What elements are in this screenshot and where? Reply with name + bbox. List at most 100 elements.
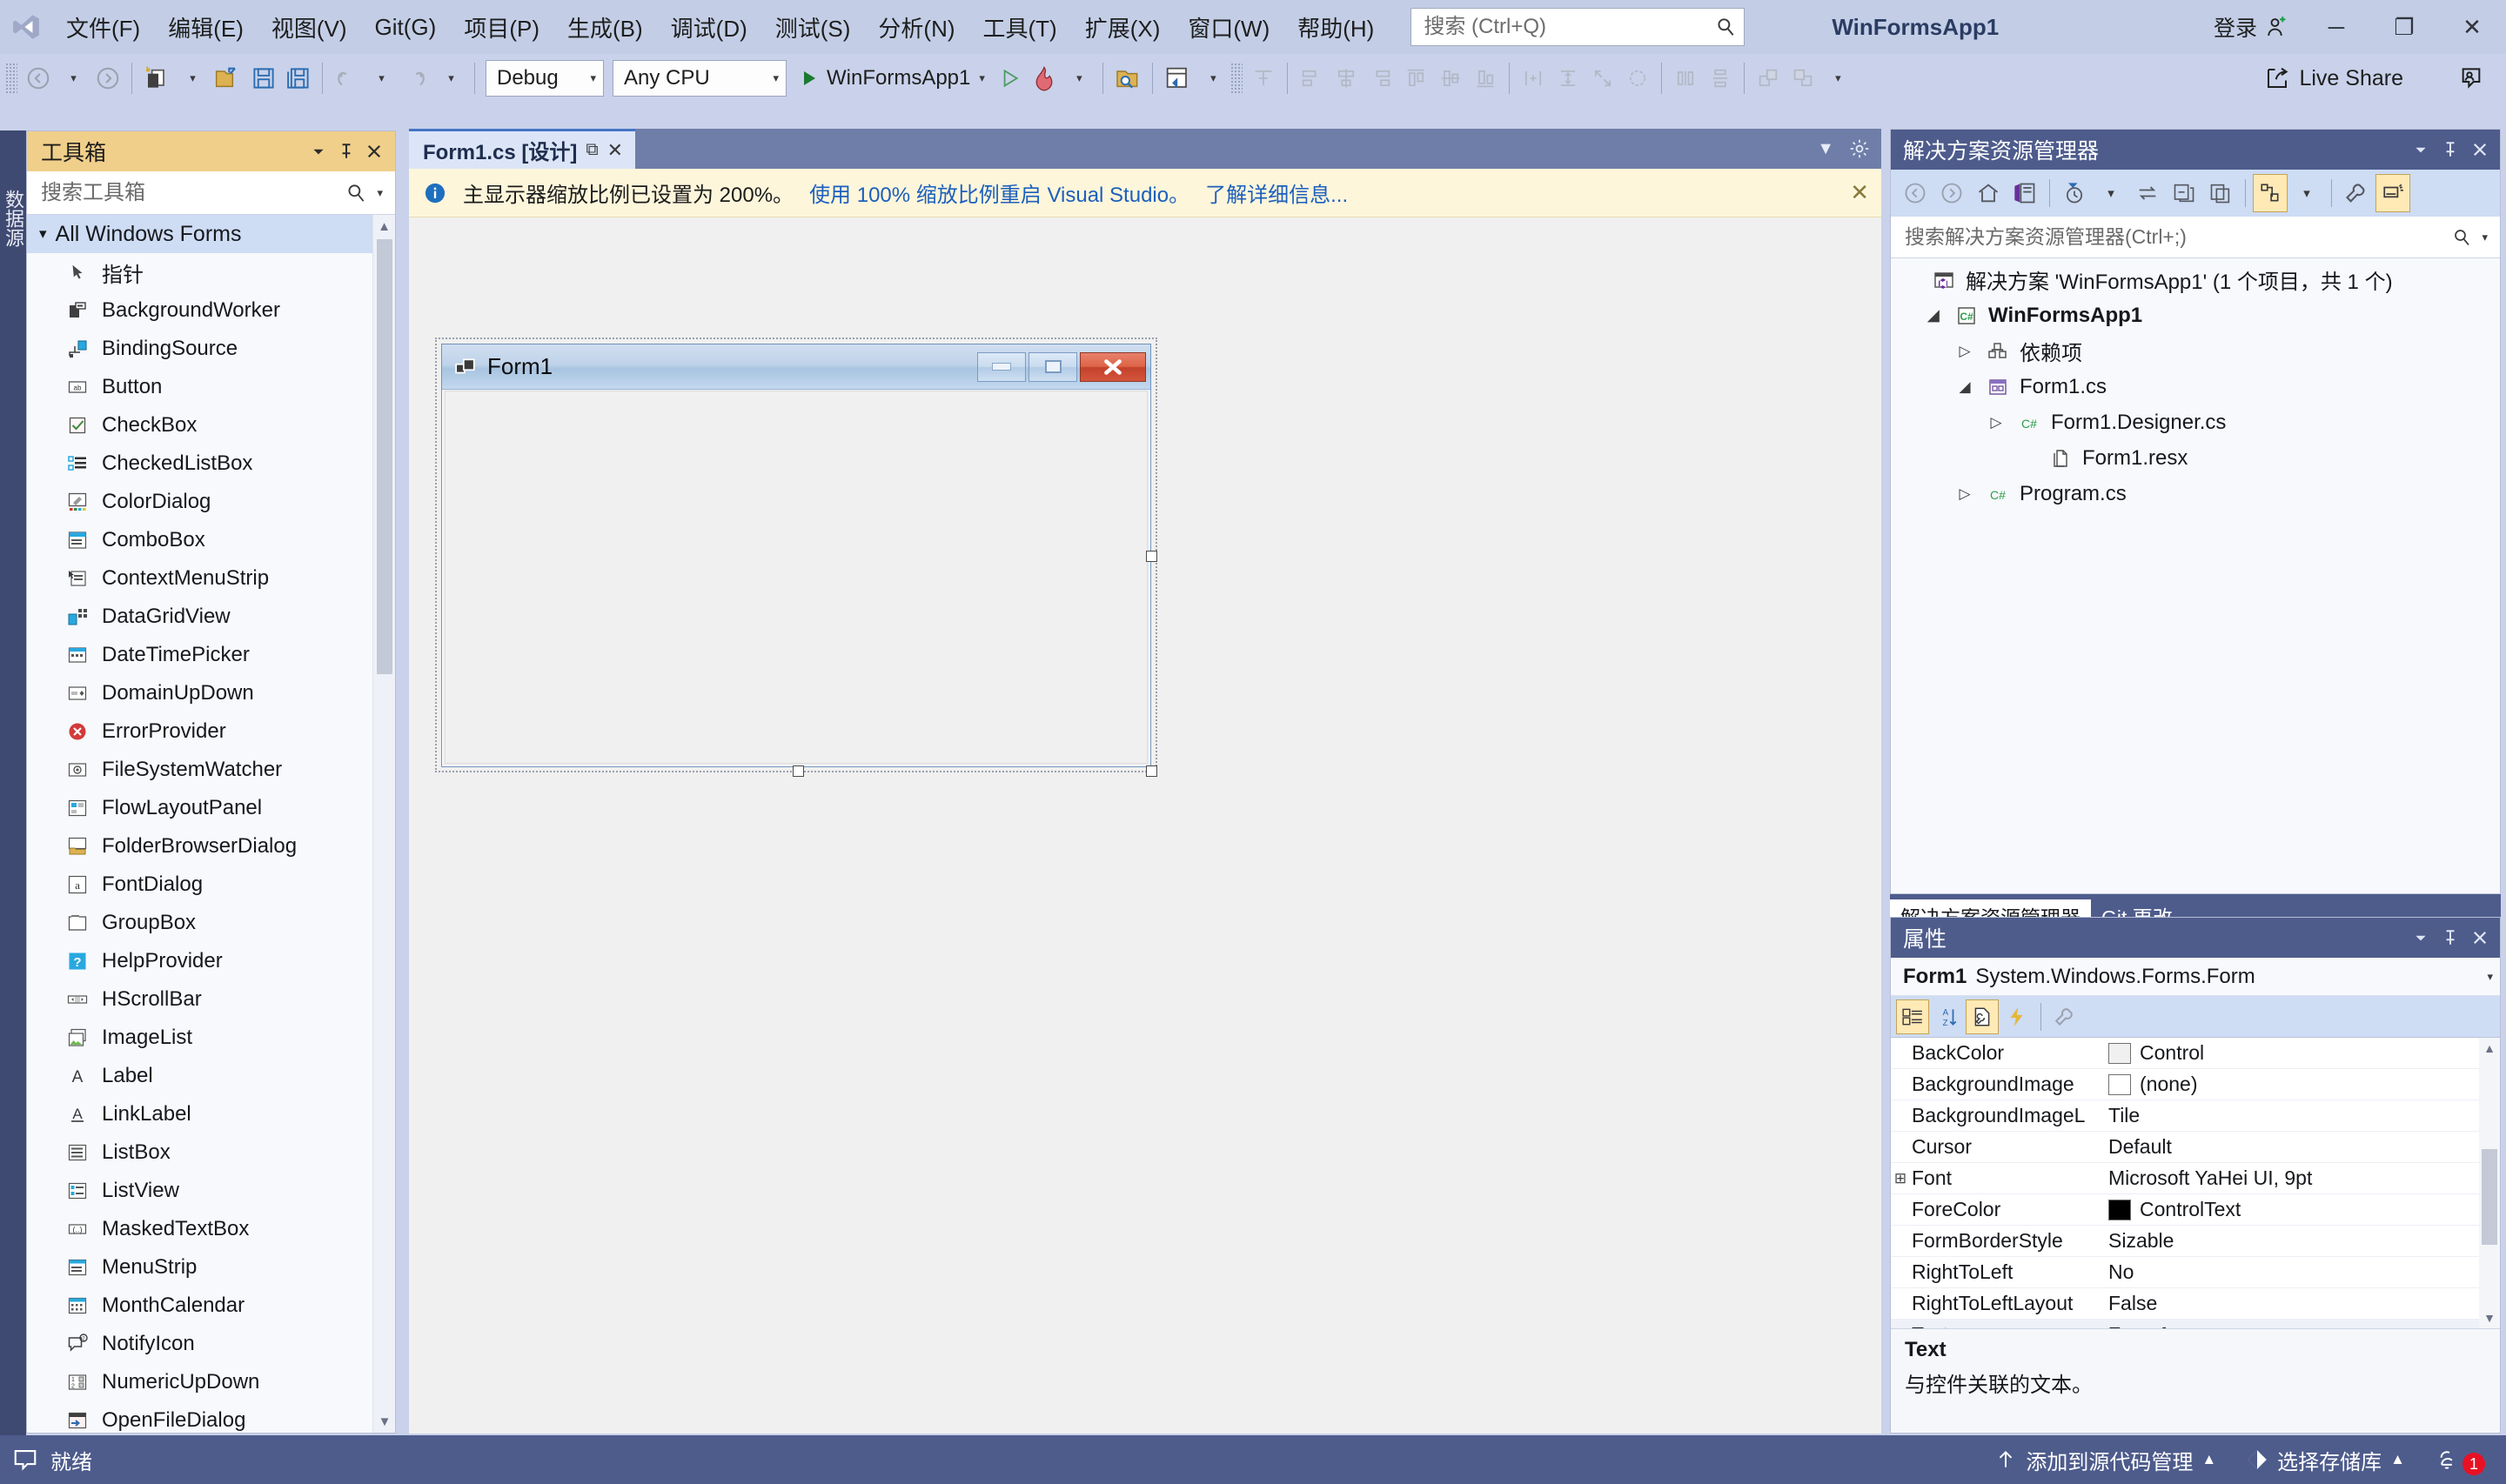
hot-reload-button[interactable]	[1027, 58, 1062, 98]
properties-menu-button[interactable]	[2406, 920, 2436, 955]
toolbox-item-filesystemwatcher[interactable]: FileSystemWatcher	[27, 751, 395, 789]
active-files-dropdown-icon[interactable]: ▼	[1817, 139, 1834, 159]
toolbox-item-linklabel[interactable]: A LinkLabel	[27, 1095, 395, 1133]
solution-explorer-close-icon[interactable]	[2465, 132, 2495, 167]
toolbox-item-listbox[interactable]: ListBox	[27, 1133, 395, 1172]
form1-minimize-button[interactable]	[977, 351, 1026, 382]
toolbar-grip[interactable]	[5, 63, 17, 94]
save-button[interactable]	[246, 58, 281, 98]
toolbox-item-fontdialog[interactable]: a FontDialog	[27, 866, 395, 904]
tab-pin-icon[interactable]: ⧉	[586, 140, 598, 160]
pending-changes-filter-button[interactable]	[2057, 174, 2092, 212]
property-row-selected[interactable]: Text Form1	[1891, 1320, 2500, 1328]
toolbox-item-pointer[interactable]: 指针	[27, 253, 395, 291]
property-row[interactable]: ForeColor ControlText	[1891, 1194, 2500, 1226]
solution-explorer-pin-icon[interactable]	[2436, 132, 2465, 167]
toolbox-close-icon[interactable]	[360, 136, 388, 167]
make-same-width-button[interactable]	[1516, 58, 1551, 98]
property-value-cell[interactable]: Default	[2105, 1135, 2500, 1159]
make-same-size-button[interactable]	[1585, 58, 1620, 98]
navigate-forward-button[interactable]	[90, 58, 125, 98]
restart-at-100-link[interactable]: 使用 100% 缩放比例重启 Visual Studio。	[809, 177, 1189, 208]
property-value-cell[interactable]: (none)	[2105, 1073, 2500, 1096]
property-value-cell[interactable]: No	[2105, 1260, 2500, 1284]
vertical-spacing-make-equal-button[interactable]	[1703, 58, 1738, 98]
gear-icon[interactable]	[1848, 137, 1871, 160]
align-to-grid-button[interactable]	[1246, 58, 1281, 98]
chevron-down-icon[interactable]: ▾	[368, 186, 392, 200]
solution-configuration-combo[interactable]: Debug ▾	[486, 60, 604, 97]
toolbox-item-colordialog[interactable]: ColorDialog	[27, 483, 395, 521]
redo-dropdown[interactable]: ▾	[433, 58, 468, 98]
property-row[interactable]: RightToLeft No	[1891, 1257, 2500, 1288]
toolbox-item-monthcalendar[interactable]: MonthCalendar	[27, 1287, 395, 1325]
select-repository-button[interactable]: 选择存储库 ▲	[2246, 1445, 2405, 1475]
show-all-files-button[interactable]	[2203, 174, 2238, 212]
menu-extensions[interactable]: 扩展(X)	[1071, 0, 1175, 54]
menu-project[interactable]: 项目(P)	[450, 0, 553, 54]
toolbox-item-domainupdown[interactable]: DomainUpDown	[27, 674, 395, 712]
property-value-cell[interactable]: Tile	[2105, 1104, 2500, 1127]
align-rights-button[interactable]	[1364, 58, 1398, 98]
add-to-source-control-button[interactable]: 添加到源代码管理 ▲	[1994, 1445, 2216, 1475]
menu-view[interactable]: 视图(V)	[258, 0, 361, 54]
solution-tree[interactable]: 解决方案 'WinFormsApp1' (1 个项目，共 1 个) ◢ C# W…	[1891, 258, 2500, 893]
property-value-cell[interactable]: False	[2105, 1292, 2500, 1315]
toolbox-item-openfiledialog[interactable]: OpenFileDialog	[27, 1401, 395, 1433]
menu-debug[interactable]: 调试(D)	[657, 0, 761, 54]
toolbox-scrollbar[interactable]: ▲ ▼	[372, 215, 395, 1433]
sign-in-button[interactable]: 登录	[2201, 0, 2302, 54]
undo-button[interactable]	[329, 58, 364, 98]
property-row[interactable]: Cursor Default	[1891, 1132, 2500, 1163]
properties-close-icon[interactable]	[2465, 920, 2495, 955]
toolbox-item-numericupdown[interactable]: 12 NumericUpDown	[27, 1363, 395, 1401]
property-value-cell[interactable]: Microsoft YaHei UI, 9pt	[2105, 1166, 2500, 1190]
tree-twisty[interactable]: ▷	[1985, 414, 2007, 431]
navigate-backward-button[interactable]	[21, 58, 56, 98]
layout-toolbar-overflow-button[interactable]: ▾	[1820, 58, 1855, 98]
menu-test[interactable]: 测试(S)	[761, 0, 865, 54]
tree-twisty[interactable]: ◢	[1922, 307, 1945, 324]
property-pages-button[interactable]	[2048, 999, 2081, 1034]
global-search-input[interactable]	[1422, 14, 1715, 40]
toolbox-list[interactable]: ▾ All Windows Forms 指针 BackgroundWorker …	[27, 215, 395, 1433]
horizontal-spacing-make-equal-button[interactable]	[1668, 58, 1703, 98]
tree-item-dependencies[interactable]: ▷ 依赖项	[1891, 333, 2500, 369]
toolbar-overflow-button[interactable]: ▾	[1196, 58, 1230, 98]
notifications-button[interactable]: 1	[2435, 1444, 2485, 1475]
toolbox-item-notifyicon[interactable]: 2 NotifyIcon	[27, 1325, 395, 1363]
toolbox-item-checkbox[interactable]: CheckBox	[27, 406, 395, 445]
menu-analyze[interactable]: 分析(N)	[864, 0, 968, 54]
tab-form1-designer[interactable]: Form1.cs [设计] ⧉ ✕	[409, 129, 636, 169]
property-expander[interactable]: ⊞	[1891, 1170, 1910, 1187]
menu-tools[interactable]: 工具(T)	[969, 0, 1071, 54]
toolbox-item-imagelist[interactable]: ImageList	[27, 1019, 395, 1057]
align-centers-button[interactable]	[1329, 58, 1364, 98]
start-without-debugging-button[interactable]	[992, 58, 1027, 98]
property-value-cell[interactable]: Form1	[2105, 1323, 2500, 1328]
solution-explorer-search-input[interactable]	[1903, 224, 2452, 250]
chevron-down-icon[interactable]: ▾	[2473, 231, 2496, 244]
properties-pin-icon[interactable]	[2436, 920, 2465, 955]
form-design-container[interactable]: Form1	[435, 338, 1157, 777]
save-all-button[interactable]	[281, 58, 316, 98]
properties-scroll-thumb[interactable]	[2482, 1149, 2497, 1245]
view-designer-button[interactable]	[2253, 174, 2288, 212]
menu-help[interactable]: 帮助(H)	[1283, 0, 1388, 54]
view-dropdown-icon[interactable]: ▾	[2289, 174, 2324, 212]
window-minimize-button[interactable]: ─	[2302, 0, 2370, 54]
toolbox-item-flowlayoutpanel[interactable]: FlowLayoutPanel	[27, 789, 395, 827]
start-debugging-button[interactable]: WinFormsApp1 ▾	[791, 58, 992, 98]
toolbox-menu-button[interactable]	[305, 136, 332, 167]
preview-selected-items-button[interactable]	[2375, 174, 2410, 212]
navigate-backward-button[interactable]	[1898, 174, 1933, 212]
menu-build[interactable]: 生成(B)	[553, 0, 657, 54]
undo-dropdown[interactable]: ▾	[364, 58, 399, 98]
property-row[interactable]: ⊞ Font Microsoft YaHei UI, 9pt	[1891, 1163, 2500, 1194]
toolbox-item-listview[interactable]: ListView	[27, 1172, 395, 1210]
toolbox-item-hscrollbar[interactable]: HScrollBar	[27, 980, 395, 1019]
toolbox-item-datagridview[interactable]: DataGridView	[27, 598, 395, 636]
infobar-close-icon[interactable]: ✕	[1850, 179, 1869, 206]
feedback-button[interactable]	[2457, 54, 2485, 103]
solution-explorer-search-box[interactable]: ▾	[1891, 217, 2500, 258]
